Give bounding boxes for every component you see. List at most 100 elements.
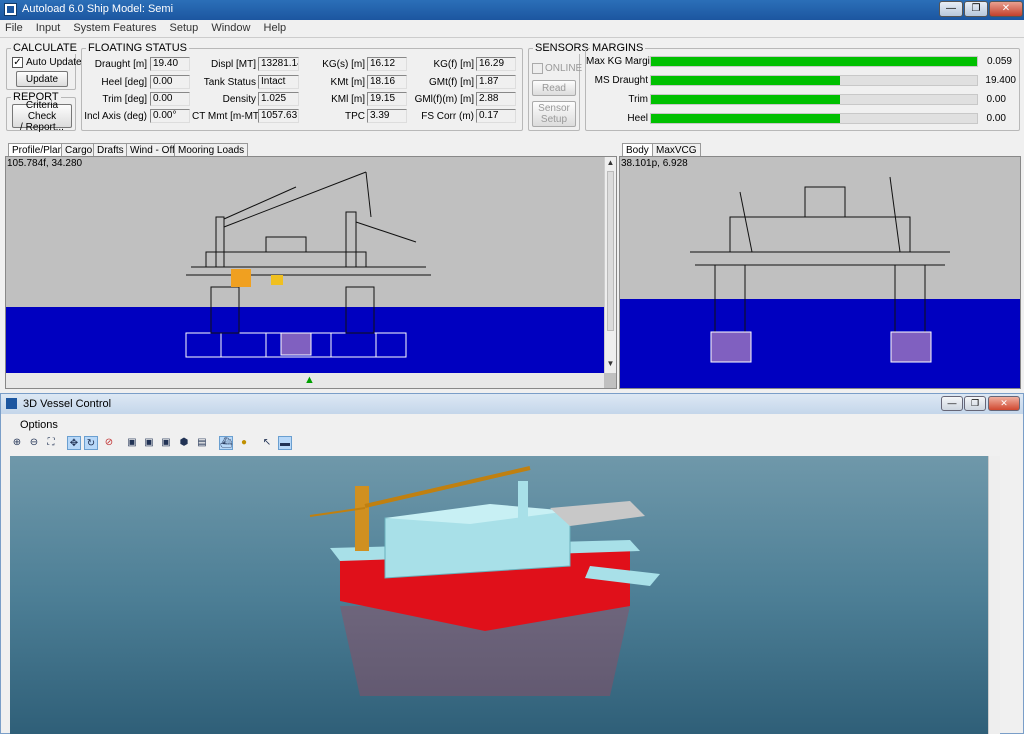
zoom-fit-icon[interactable]: ⛶ (44, 436, 58, 450)
fs-corr-label: FS Corr (m) (421, 111, 474, 122)
restore-button[interactable]: ❐ (964, 1, 988, 17)
kml-label: KMl [m] (331, 94, 365, 105)
heel-margin-bar-fill (651, 114, 841, 123)
vessel3d-scrollbar[interactable] (988, 456, 1000, 734)
profile-scrollbar[interactable]: ▲ ▼ (604, 157, 616, 373)
sensors-group: SENSORS ONLINE Read Sensor Setup (528, 42, 591, 131)
sensor-setup-button[interactable]: Sensor Setup (532, 101, 576, 127)
zoom-in-icon[interactable]: ⊕ (10, 436, 24, 450)
tpc-label: TPC (345, 111, 365, 122)
max-kg-margin-bar-fill (651, 57, 977, 66)
heel-label: Heel [deg] (101, 77, 147, 88)
tab-mooring-loads[interactable]: Mooring Loads (174, 143, 249, 157)
view-top-icon[interactable]: ▣ (159, 436, 173, 450)
tab-drafts[interactable]: Drafts (93, 143, 128, 157)
water-icon[interactable]: ▬ (278, 436, 292, 450)
menu-setup[interactable]: Setup (165, 20, 204, 36)
tpc-value: 3.39 (367, 109, 407, 123)
tab-cargo[interactable]: Cargo (61, 143, 97, 157)
minimize-button[interactable]: — (939, 1, 963, 17)
calculate-group: CALCULATE ✓ Auto Update Update (6, 42, 82, 90)
orbit-icon[interactable]: ⊘ (102, 436, 116, 450)
view-iso-icon[interactable]: ⬢ (177, 436, 191, 450)
heel-margin-value: 0.00 (986, 113, 1006, 124)
criteria-check-button[interactable]: Criteria Check / Report... (12, 100, 72, 133)
tank-hatch (280, 332, 312, 356)
starboard-pontoon (890, 331, 932, 363)
scroll-thumb[interactable] (607, 171, 614, 331)
pan-icon[interactable]: ✥ (67, 436, 81, 450)
density-label: Density (222, 94, 256, 105)
draught-label: Draught [m] (94, 59, 147, 70)
close-button[interactable]: ✕ (989, 1, 1023, 17)
tab-profile-plan[interactable]: Profile/Plan (8, 143, 68, 157)
trim-margin-bar (650, 94, 978, 105)
scroll-down-icon[interactable]: ▼ (605, 359, 616, 368)
kgs-label: KG(s) [m] (322, 59, 365, 70)
menu-help[interactable]: Help (259, 20, 292, 36)
view-plan-icon[interactable]: ▤ (195, 436, 209, 450)
report-group: REPORT Criteria Check / Report... (6, 91, 76, 133)
gmtf-label: GMt(f) [m] (429, 77, 474, 88)
heel-value: 0.00 (150, 75, 190, 89)
view-side-icon[interactable]: ▣ (142, 436, 156, 450)
scroll-up-icon[interactable]: ▲ (605, 158, 616, 167)
menu-options[interactable]: Options (20, 419, 58, 431)
online-checkbox[interactable] (532, 63, 543, 74)
calculate-title: CALCULATE (11, 42, 79, 54)
pointer-icon[interactable]: ↖ (260, 436, 274, 450)
density-value: 1.025 (258, 92, 299, 106)
kmt-value: 18.16 (367, 75, 407, 89)
cargo-item (231, 269, 251, 287)
ct-mmt-value: 1057.63 (258, 109, 299, 123)
draught-value: 19.40 (150, 57, 190, 71)
profile-footer: ▲ (6, 373, 604, 388)
position-marker-icon[interactable]: ▲ (304, 374, 315, 386)
criteria-check-label-1: Criteria Check (25, 99, 59, 122)
body-drawing (620, 176, 1020, 388)
view-front-icon[interactable]: ▣ (125, 436, 139, 450)
menu-system-features[interactable]: System Features (68, 20, 161, 36)
vessel3d-close-button[interactable]: ✕ (988, 396, 1020, 411)
lock-icon[interactable]: ● (237, 436, 251, 450)
tab-body[interactable]: Body (622, 143, 653, 157)
tab-wind-off[interactable]: Wind - Off (126, 143, 179, 157)
vessel3d-title-bar: 3D Vessel Control — ❐ ✕ (1, 394, 1023, 414)
kgs-value: 16.12 (367, 57, 407, 71)
max-kg-margin-value: 0.059 (986, 56, 1012, 67)
sensor-setup-label-2: Setup (540, 114, 568, 125)
vessel3d-viewport[interactable] (10, 456, 1000, 734)
vessel3d-minimize-button[interactable]: — (941, 396, 963, 411)
incl-axis-value: 0.00° (150, 109, 190, 123)
menu-bar: File Input System Features Setup Window … (0, 20, 1024, 38)
sensor-setup-label-1: Sensor (538, 103, 570, 114)
auto-update-checkbox[interactable]: ✓ (12, 57, 23, 68)
tank-status-value: Intact (258, 75, 299, 89)
ship-icon[interactable]: ⛴ (219, 436, 233, 450)
read-button[interactable]: Read (532, 80, 576, 96)
ms-draught-bar-fill (651, 76, 841, 85)
vessel3d-restore-button[interactable]: ❐ (964, 396, 986, 411)
ct-mmt-label: CT Mmt [m-MT] (192, 111, 262, 122)
menu-window[interactable]: Window (206, 20, 255, 36)
kgf-value: 16.29 (476, 57, 516, 71)
trim-value: 0.00 (150, 92, 190, 106)
port-pontoon (710, 331, 752, 363)
kgf-label: KG(f) [m] (433, 59, 474, 70)
rotate-icon[interactable]: ↻ (84, 436, 98, 450)
zoom-out-icon[interactable]: ⊖ (27, 436, 41, 450)
app-icon (4, 3, 17, 16)
profile-view[interactable]: 105.784f, 34.280 ▲ ▼ ▲ (5, 156, 617, 389)
trim-label: Trim [deg] (102, 94, 147, 105)
gmlf-label: GMl(f)(m) [m] (414, 94, 474, 105)
menu-file[interactable]: File (0, 20, 28, 36)
heel-margin-label: Heel (627, 113, 648, 124)
menu-input[interactable]: Input (31, 20, 65, 36)
tab-maxvcg[interactable]: MaxVCG (652, 143, 701, 157)
kml-value: 19.15 (367, 92, 407, 106)
update-button[interactable]: Update (16, 71, 68, 87)
ms-draught-label: MS Draught (594, 75, 648, 86)
sensors-title: SENSORS (533, 42, 591, 54)
body-view[interactable]: 38.101p, 6.928 (619, 156, 1021, 389)
vessel3d-window-icon (6, 398, 17, 409)
